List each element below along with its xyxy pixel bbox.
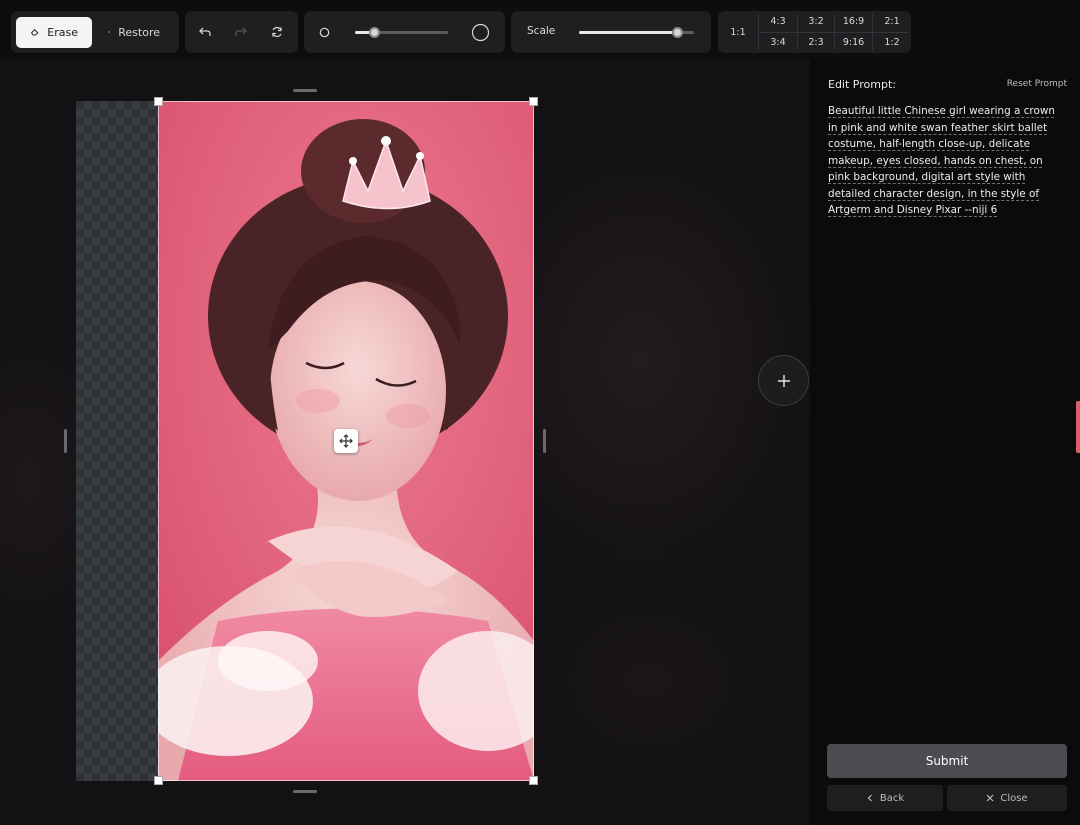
chevron-left-icon [867,794,872,802]
ratio-2-1[interactable]: 2:1 [873,11,911,32]
edge-handle-left[interactable] [64,429,67,453]
reset-canvas-button[interactable] [259,17,295,48]
close-button[interactable]: Close [947,785,1067,811]
history-group [185,11,298,53]
prompt-label: Edit Prompt: [828,78,896,91]
mode-toggle-group: Erase Restore [11,11,179,53]
redo-button[interactable] [223,17,259,48]
refresh-icon [272,26,282,38]
ratio-3-4[interactable]: 3:4 [759,32,797,53]
plus-circle-icon [108,30,111,34]
reset-prompt-button[interactable]: Reset Prompt [1007,79,1067,89]
move-arrows-icon [339,434,353,448]
ratio-16-9[interactable]: 16:9 [835,11,872,32]
erase-button[interactable]: Erase [16,16,92,48]
prompt-textarea[interactable]: Beautiful little Chinese girl wearing a … [828,103,1066,219]
aspect-ratio-grid: 1:1 4:3 3:4 3:2 2:3 16:9 9:16 2:1 1:2 [718,11,911,53]
side-tab[interactable] [1076,401,1080,453]
erase-label: Erase [47,25,78,39]
ratio-4-3[interactable]: 4:3 [759,11,797,32]
submit-button[interactable]: Submit [827,744,1067,778]
scale-label: Scale [527,25,556,37]
back-button[interactable]: Back [827,785,943,811]
ratio-3-2[interactable]: 3:2 [798,11,834,32]
ratio-1-2[interactable]: 1:2 [873,32,911,53]
resize-handle-top-left[interactable] [154,97,163,106]
ratio-1-1[interactable]: 1:1 [718,22,758,43]
move-handle[interactable] [334,429,358,453]
edge-handle-bottom[interactable] [293,790,317,793]
ratio-9-16[interactable]: 9:16 [835,32,872,53]
scale-fill [579,31,677,34]
scale-group: Scale [511,11,711,53]
scale-slider[interactable] [579,27,694,38]
small-brush-icon [319,27,330,38]
scale-thumb[interactable] [672,27,683,38]
eraser-icon [30,29,39,36]
edge-handle-right[interactable] [543,429,546,453]
resize-handle-bottom-left[interactable] [154,776,163,785]
redo-icon [235,27,247,36]
close-label: Close [1000,792,1028,804]
undo-button[interactable] [187,17,223,48]
resize-handle-top-right[interactable] [529,97,538,106]
brush-size-slider[interactable] [355,27,448,38]
transparent-area [76,101,158,781]
resize-handle-bottom-right[interactable] [529,776,538,785]
back-label: Back [879,792,905,804]
editor-stage: Erase Restore Scale 1:1 4:3 3:4 3:2 2:3 … [0,0,1080,825]
restore-button[interactable]: Restore [94,17,174,48]
large-brush-icon [471,23,490,42]
plus-icon [777,374,790,387]
close-icon [986,794,994,802]
undo-icon [199,27,211,36]
divider [758,32,908,33]
add-image-button[interactable] [758,355,809,406]
restore-label: Restore [118,25,160,39]
brush-size-group [304,11,505,53]
edge-handle-top[interactable] [293,89,317,92]
ratio-2-3[interactable]: 2:3 [798,32,834,53]
brush-size-thumb[interactable] [369,27,380,38]
